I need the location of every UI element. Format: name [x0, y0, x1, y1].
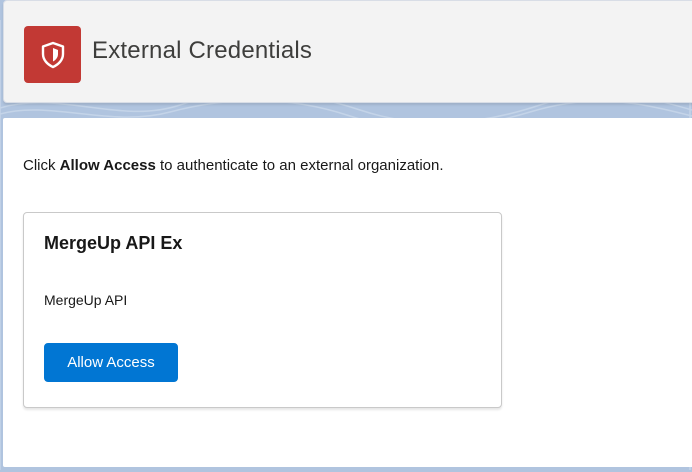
instruction-prefix: Click — [23, 157, 60, 174]
main-content: Click Allow Access to authenticate to an… — [3, 118, 692, 467]
instruction-bold: Allow Access — [59, 157, 156, 174]
card-title: MergeUp API Ex — [44, 233, 183, 253]
instruction-text: Click Allow Access to authenticate to an… — [23, 157, 444, 174]
allow-access-button[interactable]: Allow Access — [44, 343, 178, 382]
external-credentials-app-icon — [24, 26, 81, 83]
instruction-suffix: to authenticate to an external organizat… — [155, 157, 444, 174]
shield-icon — [41, 41, 64, 68]
page-header: External Credentials — [3, 0, 692, 103]
page-title: External Credentials — [92, 37, 313, 64]
card-description: MergeUp API — [44, 292, 128, 308]
credential-card: MergeUp API Ex MergeUp API Allow Access — [23, 212, 502, 408]
